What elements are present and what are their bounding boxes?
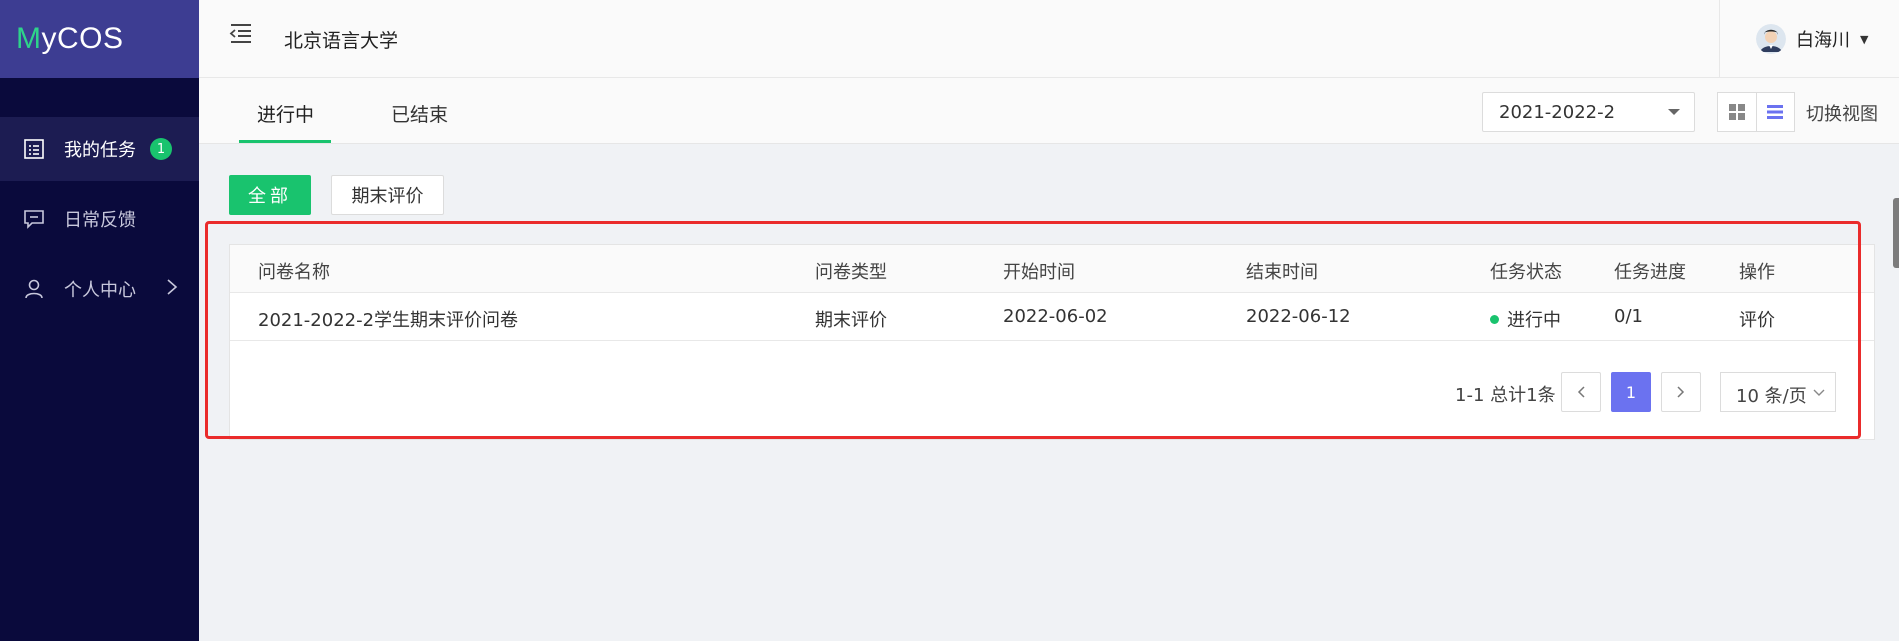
column-header: 结束时间: [1246, 262, 1318, 283]
table-row: 2021-2022-2学生期末评价问卷 期末评价 2022-06-02 2022…: [230, 293, 1874, 341]
caret-down-icon: [1668, 109, 1680, 115]
chevron-right-icon: [165, 277, 179, 302]
table-header: 问卷名称 问卷类型 开始时间 结束时间 任务状态 任务进度 操作: [230, 245, 1874, 293]
sidebar-item-my-tasks[interactable]: 我的任务 1: [0, 117, 199, 181]
task-list-icon: [22, 137, 46, 161]
task-progress: 0/1: [1614, 306, 1643, 327]
user-name: 白海川: [1796, 30, 1850, 51]
user-menu[interactable]: 白海川 ▼: [1719, 0, 1899, 78]
grid-view-button[interactable]: [1718, 93, 1756, 131]
status-text: 进行中: [1507, 310, 1561, 331]
chevron-left-icon: [1577, 386, 1585, 398]
survey-name: 2021-2022-2学生期末评价问卷: [258, 310, 519, 331]
semester-value: 2021-2022-2: [1499, 102, 1616, 123]
end-time: 2022-06-12: [1246, 306, 1351, 327]
next-page-button[interactable]: [1661, 372, 1701, 412]
sidebar: MyCOS 我的任务 1 日常反馈 个人中心: [0, 0, 199, 641]
switch-view-label[interactable]: 切换视图: [1806, 100, 1878, 126]
status-dot-icon: [1490, 315, 1499, 324]
caret-down-icon: ▼: [1860, 32, 1869, 46]
task-tabs-bar: 进行中 已结束 2021-2022-2 切换视图: [199, 78, 1899, 268]
top-header: 北京语言大学 白海川 ▼: [199, 0, 1899, 78]
column-header: 任务状态: [1490, 262, 1562, 283]
active-tab-indicator: [239, 140, 331, 143]
column-header: 操作: [1739, 262, 1775, 283]
semester-select[interactable]: 2021-2022-2: [1482, 92, 1695, 132]
menu-collapse-icon[interactable]: [229, 22, 253, 48]
survey-table-card: 问卷名称 问卷类型 开始时间 结束时间 任务状态 任务进度 操作 2021-20…: [229, 244, 1875, 440]
view-toggle: [1717, 92, 1795, 132]
list-view-button[interactable]: [1755, 93, 1794, 131]
chevron-down-icon: [1813, 389, 1825, 396]
pagination-summary: 1-1 总计1条: [1455, 385, 1556, 406]
start-time: 2022-06-02: [1003, 306, 1108, 327]
list-icon: [1767, 105, 1784, 119]
chevron-right-icon: [1677, 386, 1685, 398]
task-status: 进行中: [1490, 306, 1561, 332]
sidebar-item-label: 个人中心: [64, 280, 136, 301]
page-number-button[interactable]: 1: [1611, 372, 1651, 412]
page-size-value: 10 条/页: [1736, 386, 1807, 407]
tab-ended[interactable]: 已结束: [391, 100, 448, 127]
sidebar-menu: 我的任务 1 日常反馈 个人中心: [0, 117, 199, 321]
logo-letter: M: [16, 22, 42, 55]
user-icon: [22, 277, 46, 301]
filter-final-eval-button[interactable]: 期末评价: [331, 175, 444, 215]
sidebar-item-label: 我的任务: [64, 140, 136, 161]
sidebar-item-label: 日常反馈: [64, 210, 136, 231]
avatar: [1756, 24, 1786, 54]
column-header: 问卷名称: [258, 262, 330, 283]
sidebar-item-personal-center[interactable]: 个人中心: [0, 257, 199, 321]
feedback-icon: [22, 207, 46, 231]
column-header: 开始时间: [1003, 262, 1075, 283]
filter-all-button[interactable]: 全部: [229, 175, 311, 215]
column-header: 任务进度: [1614, 262, 1686, 283]
grid-icon: [1728, 104, 1745, 120]
app-logo[interactable]: MyCOS: [0, 0, 199, 78]
organization-name: 北京语言大学: [284, 30, 399, 52]
sidebar-item-daily-feedback[interactable]: 日常反馈: [0, 187, 199, 251]
logo-text: yCOS: [41, 22, 124, 55]
prev-page-button[interactable]: [1561, 372, 1601, 412]
column-header: 问卷类型: [815, 262, 887, 283]
tab-in-progress[interactable]: 进行中: [257, 100, 314, 127]
scrollbar-thumb[interactable]: [1893, 198, 1899, 268]
task-count-badge: 1: [150, 138, 172, 160]
survey-type: 期末评价: [815, 310, 887, 331]
page-size-select[interactable]: 10 条/页: [1720, 372, 1836, 412]
evaluate-link[interactable]: 评价: [1739, 306, 1775, 332]
